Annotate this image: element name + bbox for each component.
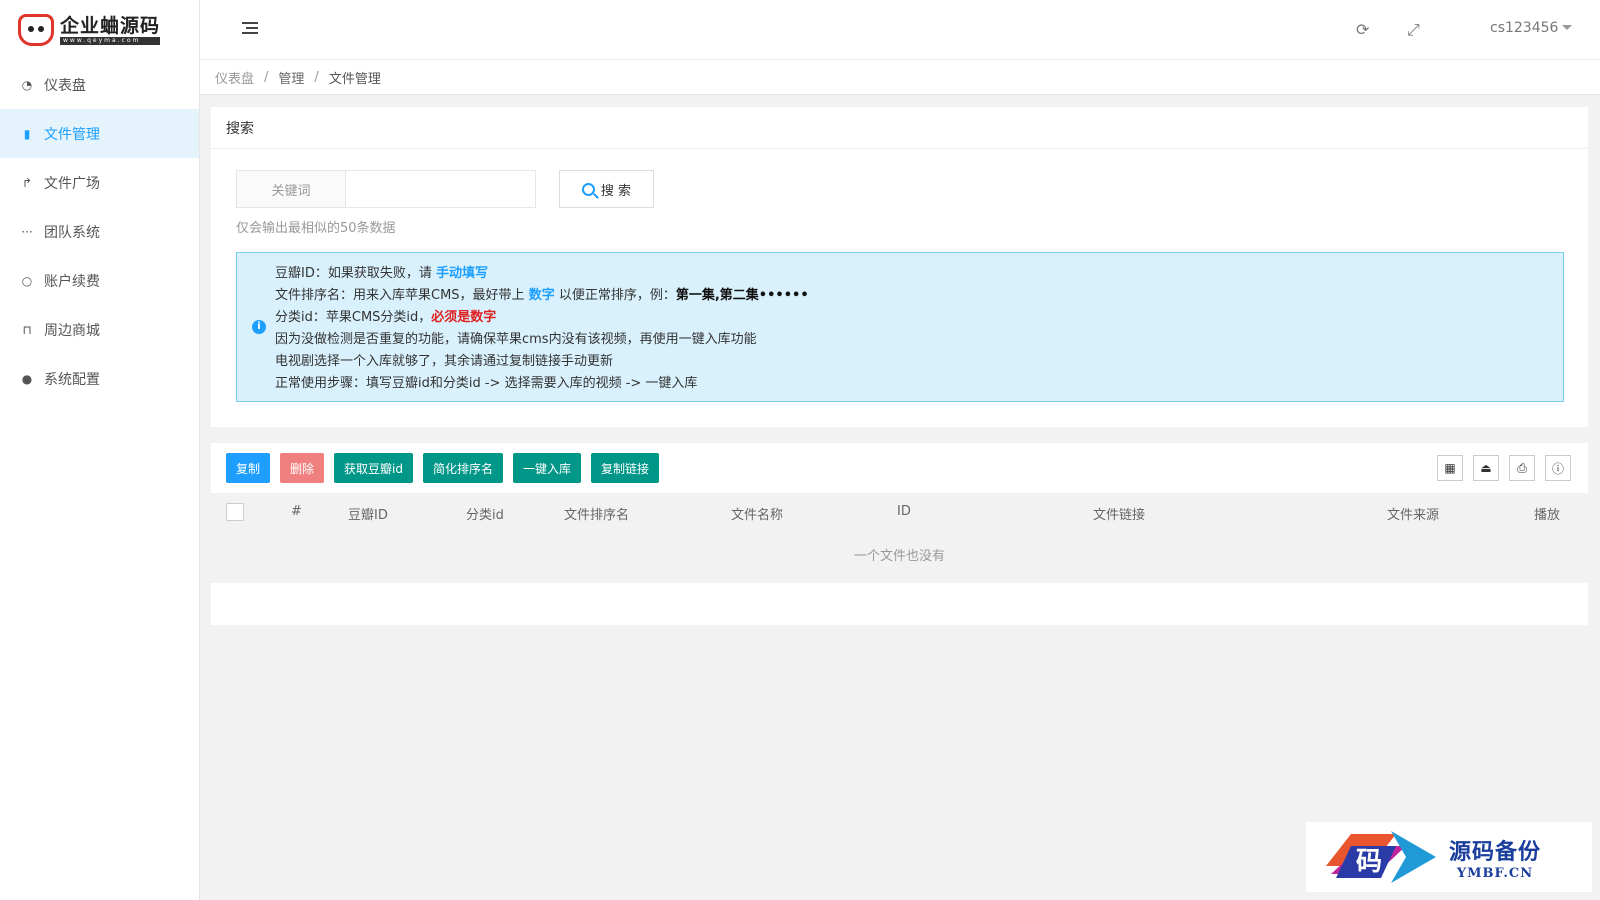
cat-logo-icon bbox=[18, 14, 54, 46]
col-douban-id: 豆瓣ID bbox=[348, 508, 388, 523]
share-icon: ↱ bbox=[21, 175, 33, 190]
copy-button[interactable]: 复制 bbox=[226, 453, 271, 483]
notice-line: 文件排序名：用来入库苹果CMS，最好带上 数字 以便正常排序，例：第一集,第二集… bbox=[275, 288, 809, 303]
refresh-icon[interactable]: ⟳ bbox=[1356, 20, 1369, 39]
info-circle-icon[interactable]: ⓘ bbox=[1545, 455, 1571, 481]
brand-title: 企业蛐源码 bbox=[60, 15, 161, 37]
sidebar-item-label: 周边商城 bbox=[44, 322, 100, 339]
col-index: # bbox=[291, 504, 302, 519]
notice-line: 因为没做检测是否重复的功能，请确保苹果cms内没有该视频，再使用一键入库功能 bbox=[275, 332, 757, 347]
username: cs123456 bbox=[1490, 20, 1559, 36]
file-icon: ▮ bbox=[23, 126, 31, 141]
info-icon: i bbox=[252, 320, 266, 334]
user-menu[interactable]: cs123456 bbox=[1490, 20, 1573, 36]
top-header: ⟳ ⤢ cs123456 bbox=[200, 0, 1600, 60]
select-all-checkbox[interactable] bbox=[226, 503, 244, 521]
sidebar: 企业蛐源码 www.qeyma.com ◔ 仪表盘 ▮ 文件管理 ↱ 文件广场 … bbox=[0, 0, 200, 900]
keyword-input[interactable] bbox=[346, 170, 536, 208]
fullscreen-icon[interactable]: ⤢ bbox=[1407, 20, 1420, 40]
sidebar-item-file-management[interactable]: ▮ 文件管理 bbox=[0, 109, 199, 158]
notice-line: 电视剧选择一个入库就够了，其余请通过复制链接手动更新 bbox=[275, 354, 614, 369]
breadcrumb-separator: / bbox=[314, 69, 319, 85]
fetch-douban-id-button[interactable]: 获取豆瓣id bbox=[334, 453, 413, 483]
search-button-label: 搜 索 bbox=[600, 183, 632, 199]
col-category-id: 分类id bbox=[466, 508, 504, 523]
search-button[interactable]: 搜 索 bbox=[559, 170, 654, 208]
print-icon[interactable]: ⎙ bbox=[1509, 455, 1535, 481]
col-sort-name: 文件排序名 bbox=[564, 508, 630, 523]
cart-icon: ⊓ bbox=[22, 322, 32, 337]
sidebar-item-label: 账户续费 bbox=[44, 273, 100, 290]
circle-icon: ○ bbox=[21, 273, 33, 288]
dashboard-icon: ◔ bbox=[21, 77, 33, 92]
manual-fill-link[interactable]: 手动填写 bbox=[436, 266, 488, 281]
breadcrumb-separator: / bbox=[264, 69, 269, 85]
notice-line: 分类id：苹果CMS分类id，必须是数字 bbox=[275, 310, 497, 325]
sidebar-item-renewal[interactable]: ○ 账户续费 bbox=[0, 256, 199, 305]
table-empty-state: 一个文件也没有 bbox=[211, 531, 1588, 583]
breadcrumb-item-manage[interactable]: 管理 bbox=[278, 68, 304, 87]
table-toolbar: 复制 删除 获取豆瓣id 简化排序名 一键入库 复制链接 bbox=[226, 453, 660, 483]
sidebar-item-label: 仪表盘 bbox=[44, 77, 86, 94]
watermark-emblem-icon: 码 bbox=[1326, 831, 1436, 883]
search-panel: 搜索 关键词 搜 索 仅会输出最相似的50条数据 i 豆瓣ID：如果获取失败，请… bbox=[211, 107, 1588, 427]
col-file-source: 文件来源 bbox=[1387, 508, 1440, 523]
table-header: # 豆瓣ID 分类id 文件排序名 文件名称 ID 文件链接 文件来源 播放 bbox=[211, 493, 1588, 531]
delete-button[interactable]: 删除 bbox=[280, 453, 325, 483]
brand-logo[interactable]: 企业蛐源码 www.qeyma.com bbox=[0, 0, 199, 60]
brand-sub: www.qeyma.com bbox=[60, 37, 161, 45]
watermark-logo: 码 源码备份 YMBF.CN bbox=[1306, 822, 1592, 892]
sidebar-item-shop[interactable]: ⊓ 周边商城 bbox=[0, 305, 199, 354]
notice-line: 豆瓣ID：如果获取失败，请 手动填写 bbox=[275, 266, 488, 281]
one-click-import-button[interactable]: 一键入库 bbox=[513, 453, 582, 483]
col-play: 播放 bbox=[1534, 508, 1561, 523]
search-hint: 仅会输出最相似的50条数据 bbox=[236, 221, 396, 236]
watermark-title: 源码备份 bbox=[1449, 838, 1542, 865]
usage-notice: i 豆瓣ID：如果获取失败，请 手动填写 文件排序名：用来入库苹果CMS，最好带… bbox=[236, 252, 1564, 402]
sidebar-item-dashboard[interactable]: ◔ 仪表盘 bbox=[0, 60, 199, 109]
sidebar-item-label: 团队系统 bbox=[44, 224, 100, 241]
sidebar-item-label: 系统配置 bbox=[44, 371, 100, 388]
col-id: ID bbox=[897, 504, 911, 519]
copy-link-button[interactable]: 复制链接 bbox=[591, 453, 660, 483]
sidebar-item-settings[interactable]: ● 系统配置 bbox=[0, 354, 199, 403]
ellipsis-icon: ··· bbox=[21, 224, 33, 239]
col-file-link: 文件链接 bbox=[1093, 508, 1146, 523]
svg-text:码: 码 bbox=[1356, 847, 1382, 877]
col-file-name: 文件名称 bbox=[731, 508, 784, 523]
breadcrumb-item-dashboard[interactable]: 仪表盘 bbox=[215, 68, 254, 87]
breadcrumb-item-current: 文件管理 bbox=[328, 71, 381, 87]
table-tools: ▦ ⏏ ⎙ ⓘ bbox=[1437, 455, 1571, 481]
search-icon bbox=[581, 182, 595, 196]
sidebar-nav: ◔ 仪表盘 ▮ 文件管理 ↱ 文件广场 ··· 团队系统 ○ 账户续费 ⊓ 周边… bbox=[0, 60, 199, 403]
notice-line: 正常使用步骤：填写豆瓣id和分类id -> 选择需要入库的视频 -> 一键入库 bbox=[275, 376, 698, 391]
keyword-group: 关键词 bbox=[236, 170, 536, 208]
sidebar-item-label: 文件广场 bbox=[44, 175, 100, 192]
sidebar-item-file-square[interactable]: ↱ 文件广场 bbox=[0, 158, 199, 207]
menu-toggle-icon[interactable] bbox=[242, 22, 258, 36]
file-table-panel: 复制 删除 获取豆瓣id 简化排序名 一键入库 复制链接 ▦ ⏏ ⎙ ⓘ # 豆… bbox=[211, 443, 1588, 625]
breadcrumb: 仪表盘 / 管理 / 文件管理 bbox=[200, 60, 1600, 95]
sidebar-item-team[interactable]: ··· 团队系统 bbox=[0, 207, 199, 256]
simplify-sort-name-button[interactable]: 简化排序名 bbox=[422, 453, 503, 483]
export-icon[interactable]: ⏏ bbox=[1473, 455, 1499, 481]
caret-down-icon bbox=[1562, 25, 1573, 35]
user-icon: ● bbox=[21, 371, 33, 386]
keyword-label: 关键词 bbox=[236, 170, 346, 208]
search-panel-title: 搜索 bbox=[211, 107, 1588, 149]
sidebar-item-label: 文件管理 bbox=[44, 126, 100, 143]
watermark-domain: YMBF.CN bbox=[1456, 865, 1534, 881]
columns-icon[interactable]: ▦ bbox=[1437, 455, 1463, 481]
